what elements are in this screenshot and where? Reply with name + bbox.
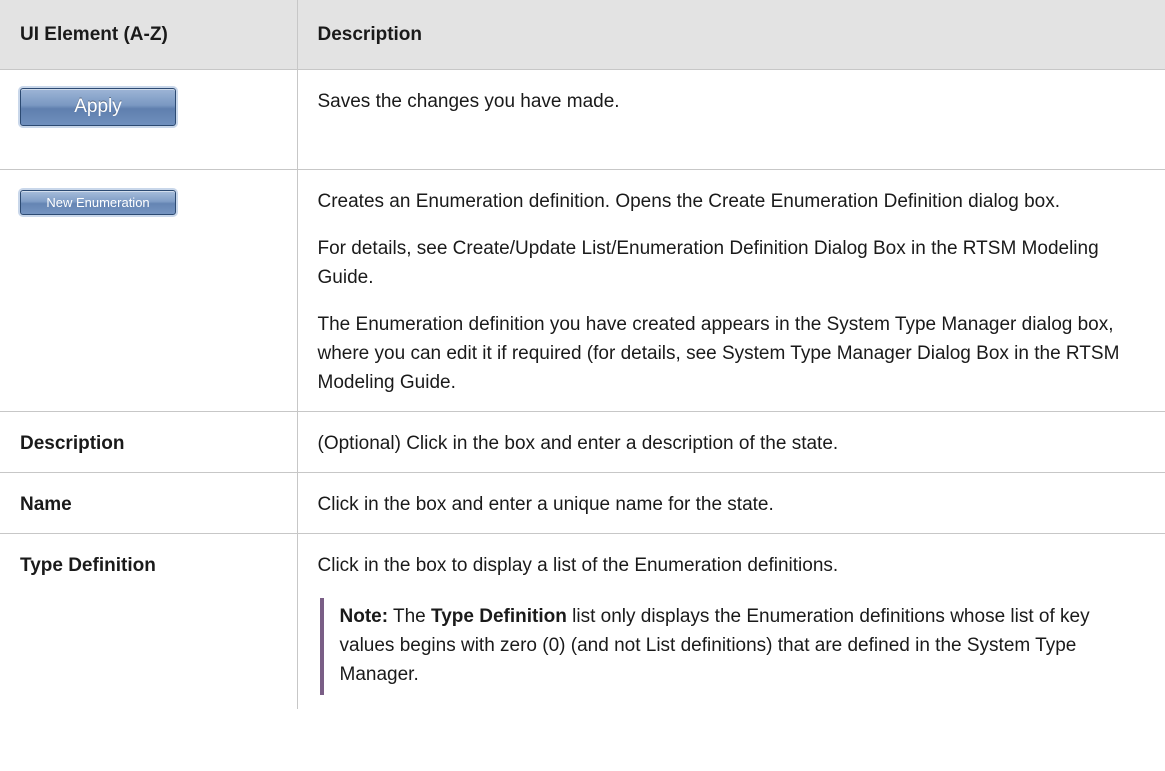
table-header-row: UI Element (A-Z) Description [0,0,1165,70]
column-header-description: Description [296,0,1165,70]
apply-description: Saves the changes you have made. [317,91,620,112]
new-enumeration-desc-1: Creates an Enumeration definition. Opens… [317,191,1061,212]
table-row-apply: Apply Saves the changes you have made. [0,69,1165,170]
description-label: Description [0,411,298,473]
type-definition-label: Type Definition [0,533,298,709]
description-cell: Click in the box to display a list of th… [296,533,1165,709]
new-enumeration-desc-2: For details, see Create/Update List/Enum… [317,238,1099,288]
table-row-name: Name Click in the box and enter a unique… [0,472,1165,534]
note-prefix: Note: [339,606,389,627]
column-header-ui-element: UI Element (A-Z) [0,0,297,70]
table-row-type-definition: Type Definition Click in the box to disp… [0,533,1165,709]
description-cell: Saves the changes you have made. [296,69,1165,170]
ui-element-cell: Apply [0,69,298,170]
note-text-pre: The [388,606,432,627]
type-definition-desc: Click in the box to display a list of th… [317,555,839,576]
new-enumeration-desc-3: The Enumeration definition you have crea… [317,314,1120,393]
new-enumeration-button[interactable]: New Enumeration [20,190,176,215]
apply-button[interactable]: Apply [20,88,176,126]
table-row-new-enumeration: New Enumeration Creates an Enumeration d… [0,169,1165,412]
note-block: Note: The Type Definition list only disp… [319,598,1146,695]
note-bold-term: Type Definition [431,606,567,627]
ui-element-cell: New Enumeration [0,169,298,412]
description-cell: (Optional) Click in the box and enter a … [296,411,1165,473]
ui-elements-table: UI Element (A-Z) Description Apply Saves… [0,0,1165,709]
name-label: Name [0,472,298,534]
description-cell: Click in the box and enter a unique name… [296,472,1165,534]
table-row-description: Description (Optional) Click in the box … [0,411,1165,473]
description-cell: Creates an Enumeration definition. Opens… [296,169,1165,412]
